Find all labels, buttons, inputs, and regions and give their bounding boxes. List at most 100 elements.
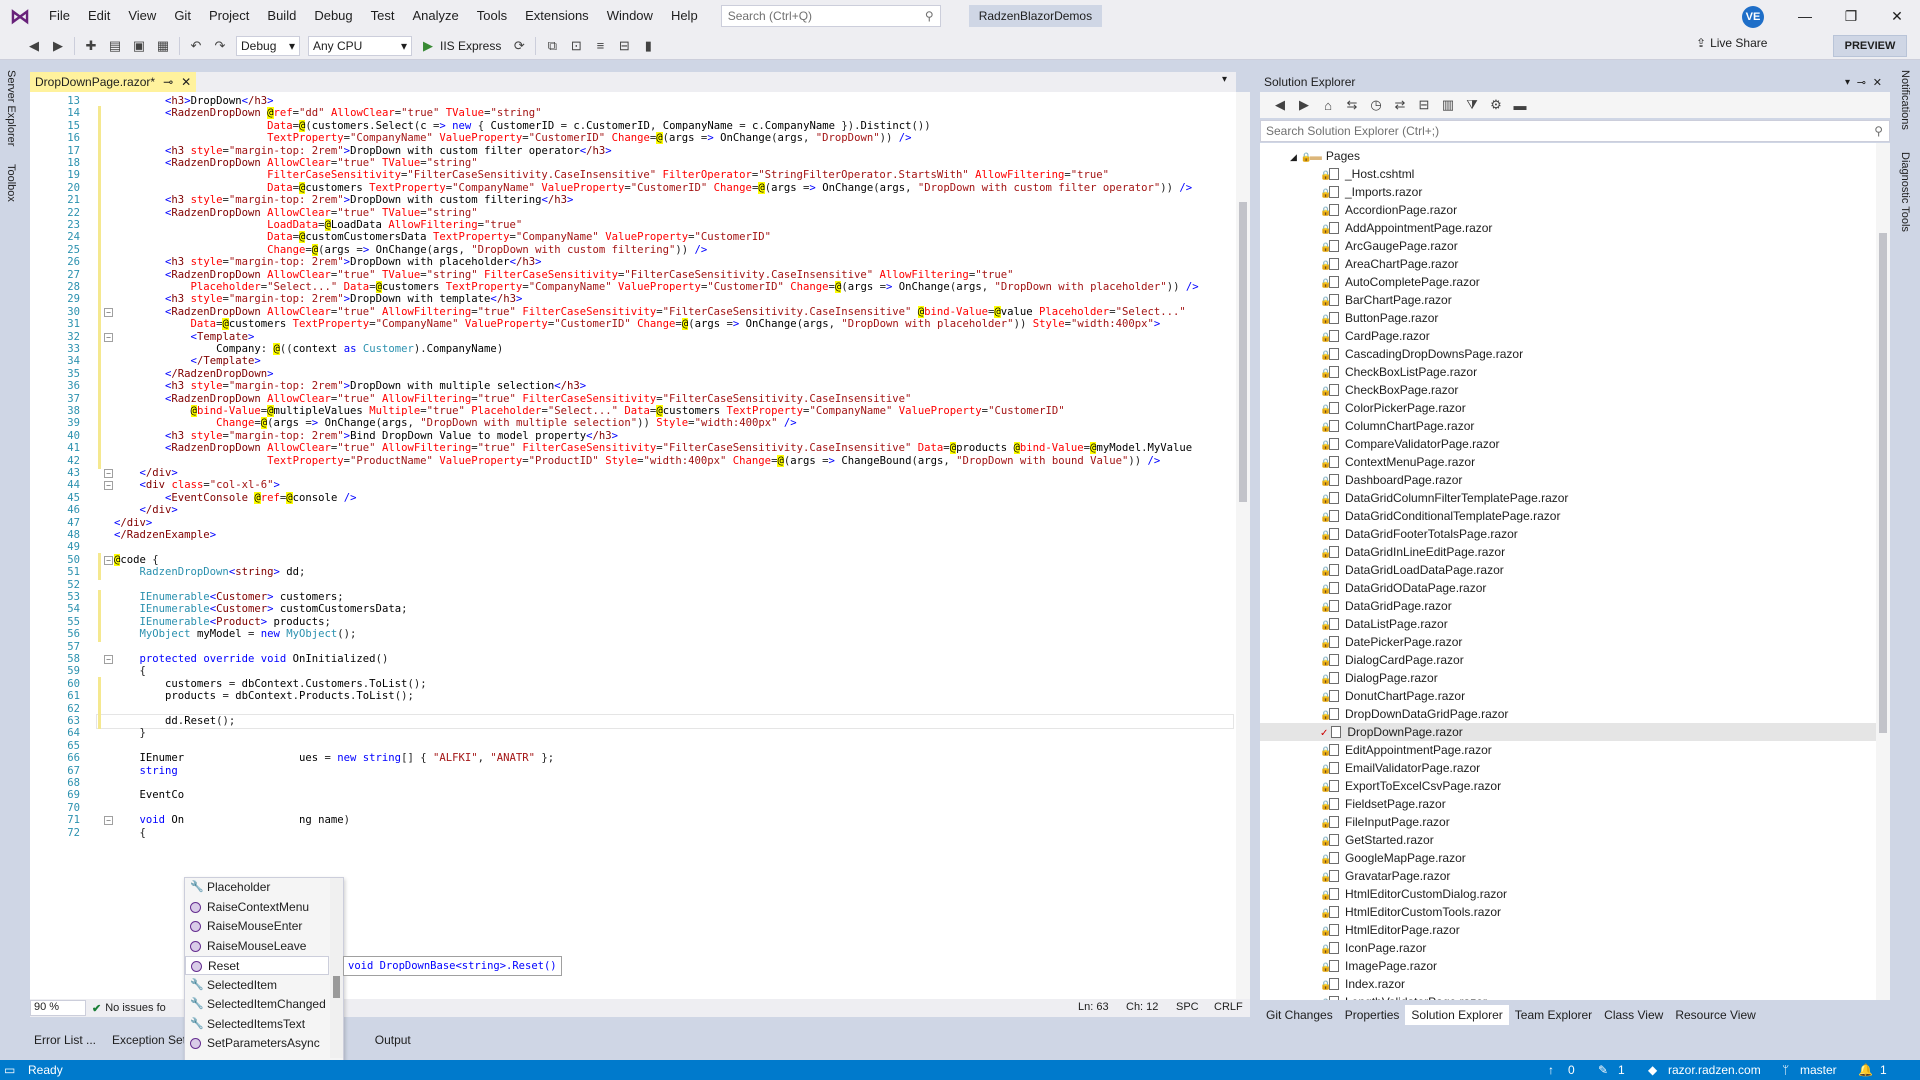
fold-toggle-icon[interactable]: −	[104, 307, 113, 317]
menu-tools[interactable]: Tools	[468, 0, 516, 32]
scrollbar-thumb[interactable]	[333, 976, 340, 998]
platform-select[interactable]: Any CPU ▾	[308, 35, 412, 56]
back-icon[interactable]: ◀	[24, 36, 44, 56]
tree-file-item[interactable]: 🔒 ButtonPage.razor	[1260, 309, 1876, 327]
tree-file-item[interactable]: 🔒 ContextMenuPage.razor	[1260, 453, 1876, 471]
tab-output[interactable]: Output	[367, 1030, 419, 1050]
branch-name[interactable]: master	[1800, 1060, 1837, 1080]
tab-toolbox[interactable]: Toolbox	[5, 164, 17, 202]
tree-file-item[interactable]: 🔒 ColumnChartPage.razor	[1260, 417, 1876, 435]
tree-file-item[interactable]: 🔒 DataGridColumnFilterTemplatePage.razor	[1260, 489, 1876, 507]
configuration-select[interactable]: Debug ▾	[236, 35, 300, 56]
zoom-select[interactable]: 90 %	[30, 1000, 86, 1016]
preview-selected-icon[interactable]: ▬	[1510, 95, 1530, 115]
line-ending-indicator[interactable]: CRLF	[1214, 1001, 1243, 1013]
tree-file-item[interactable]: 🔒 GetStarted.razor	[1260, 831, 1876, 849]
sync-icon[interactable]: ⇄	[1390, 95, 1410, 115]
refresh-icon[interactable]: ⟳	[509, 36, 529, 56]
tree-file-item[interactable]: 🔒 CheckBoxPage.razor	[1260, 381, 1876, 399]
tree-file-item[interactable]: 🔒 DropDownDataGridPage.razor	[1260, 705, 1876, 723]
issues-indicator[interactable]: ✔ No issues fo	[92, 1002, 166, 1015]
tree-file-item[interactable]: 🔒 Index.razor	[1260, 975, 1876, 993]
preview-badge[interactable]: PREVIEW	[1833, 35, 1907, 57]
menu-git[interactable]: Git	[165, 0, 200, 32]
tree-file-item[interactable]: 🔒 CheckBoxListPage.razor	[1260, 363, 1876, 381]
tree-file-item[interactable]: 🔒 HtmlEditorCustomDialog.razor	[1260, 885, 1876, 903]
home-icon[interactable]: ⌂	[1318, 95, 1338, 115]
tree-file-item[interactable]: 🔒 DialogPage.razor	[1260, 669, 1876, 687]
chevron-down-icon[interactable]: ▾	[1845, 77, 1850, 88]
tree-file-item[interactable]: 🔒 ArcGaugePage.razor	[1260, 237, 1876, 255]
run-target-label[interactable]: IIS Express	[440, 39, 501, 53]
expand-chevron-icon[interactable]: ◢	[1290, 152, 1297, 162]
menu-edit[interactable]: Edit	[79, 0, 119, 32]
tree-file-item[interactable]: 🔒 EditAppointmentPage.razor	[1260, 741, 1876, 759]
close-button[interactable]: ✕	[1874, 0, 1920, 32]
tree-file-item[interactable]: 🔒 DonutChartPage.razor	[1260, 687, 1876, 705]
filter-icon[interactable]: ⧩	[1462, 95, 1482, 115]
tree-file-item[interactable]: 🔒 LengthValidatorPage.razor	[1260, 993, 1876, 1000]
new-project-icon[interactable]: ✚	[81, 36, 101, 56]
tree-file-item[interactable]: 🔒 DashboardPage.razor	[1260, 471, 1876, 489]
tab-diagnostic-tools[interactable]: Diagnostic Tools	[1899, 152, 1911, 232]
tab-class-view[interactable]: Class View	[1598, 1005, 1669, 1025]
fold-toggle-icon[interactable]: −	[104, 469, 113, 478]
restore-button[interactable]: ❐	[1828, 0, 1874, 32]
completion-item[interactable]: 🔧 Placeholder	[185, 878, 329, 897]
tree-file-item[interactable]: 🔒 DataGridPage.razor	[1260, 597, 1876, 615]
open-file-icon[interactable]: ▤	[105, 36, 125, 56]
editor-vertical-scrollbar[interactable]	[1236, 92, 1250, 999]
tree-file-item[interactable]: 🔒 DataGridFooterTotalsPage.razor	[1260, 525, 1876, 543]
tree-file-item[interactable]: 🔒 DialogCardPage.razor	[1260, 651, 1876, 669]
show-all-files-icon[interactable]: ▥	[1438, 95, 1458, 115]
tree-file-item[interactable]: 🔒 _Host.cshtml	[1260, 165, 1876, 183]
completion-item[interactable]: 🔧 SelectedItemChanged	[185, 995, 329, 1014]
tab-properties[interactable]: Properties	[1339, 1005, 1406, 1025]
properties-icon[interactable]: ⚙	[1486, 95, 1506, 115]
completion-item[interactable]: RaiseMouseLeave	[185, 937, 329, 956]
tree-file-item[interactable]: 🔒 CompareValidatorPage.razor	[1260, 435, 1876, 453]
tree-file-item[interactable]: 🔒 DataGridInLineEditPage.razor	[1260, 543, 1876, 561]
forward-icon[interactable]: ▶	[1294, 95, 1314, 115]
run-icon[interactable]: ▶	[418, 36, 438, 56]
tree-file-item[interactable]: 🔒 _Imports.razor	[1260, 183, 1876, 201]
collapse-all-icon[interactable]: ⊟	[1414, 95, 1434, 115]
tree-file-item[interactable]: 🔒 AreaChartPage.razor	[1260, 255, 1876, 273]
changes-count[interactable]: 1	[1618, 1060, 1625, 1080]
tab-error-list[interactable]: Error List ...	[26, 1030, 104, 1050]
completion-item[interactable]: SetParametersAsync	[185, 1034, 329, 1053]
tree-file-item[interactable]: ✓ DropDownPage.razor	[1260, 723, 1876, 741]
tree-file-item[interactable]: 🔒 AutoCompletePage.razor	[1260, 273, 1876, 291]
history-icon[interactable]: ◷	[1366, 95, 1386, 115]
repository-name[interactable]: razor.radzen.com	[1668, 1060, 1761, 1080]
tab-dropdownpage[interactable]: DropDownPage.razor* ⊸ ✕	[30, 72, 196, 92]
tree-file-item[interactable]: 🔒 CardPage.razor	[1260, 327, 1876, 345]
tree-file-item[interactable]: 🔒 DataGridODataPage.razor	[1260, 579, 1876, 597]
tree-file-item[interactable]: 🔒 DatePickerPage.razor	[1260, 633, 1876, 651]
scrollbar-thumb[interactable]	[1879, 233, 1887, 733]
tab-team-explorer[interactable]: Team Explorer	[1509, 1005, 1598, 1025]
fold-toggle-icon[interactable]: −	[104, 481, 113, 491]
solution-explorer-search[interactable]: Search Solution Explorer (Ctrl+;) ⚲	[1260, 120, 1890, 142]
tree-file-item[interactable]: 🔒 FileInputPage.razor	[1260, 813, 1876, 831]
fold-toggle-icon[interactable]: −	[104, 555, 113, 565]
completion-item[interactable]: 🔧 SelectedItem	[185, 976, 329, 995]
completion-item[interactable]: 🔧 SelectedItemsText	[185, 1015, 329, 1034]
bookmark-icon[interactable]: ▮	[638, 36, 658, 56]
completion-item[interactable]: RaiseMouseEnter	[185, 917, 329, 936]
undo-icon[interactable]: ↶	[186, 36, 206, 56]
tab-notifications[interactable]: Notifications	[1899, 70, 1911, 130]
tree-file-item[interactable]: 🔒 AddAppointmentPage.razor	[1260, 219, 1876, 237]
scrollbar-thumb[interactable]	[1239, 202, 1247, 502]
whitespace-indicator[interactable]: SPC	[1176, 1001, 1199, 1013]
tree-file-item[interactable]: 🔒 AccordionPage.razor	[1260, 201, 1876, 219]
forward-icon[interactable]: ▶	[48, 36, 68, 56]
tree-file-item[interactable]: 🔒 ImagePage.razor	[1260, 957, 1876, 975]
tab-git-changes[interactable]: Git Changes	[1260, 1005, 1339, 1025]
tree-file-item[interactable]: 🔒 BarChartPage.razor	[1260, 291, 1876, 309]
tree-file-item[interactable]: 🔒 GoogleMapPage.razor	[1260, 849, 1876, 867]
save-all-icon[interactable]: ▦	[153, 36, 173, 56]
notification-icon[interactable]: 🔔	[1858, 1060, 1873, 1080]
menu-file[interactable]: File	[40, 0, 79, 32]
fold-toggle-icon[interactable]: −	[104, 332, 113, 342]
